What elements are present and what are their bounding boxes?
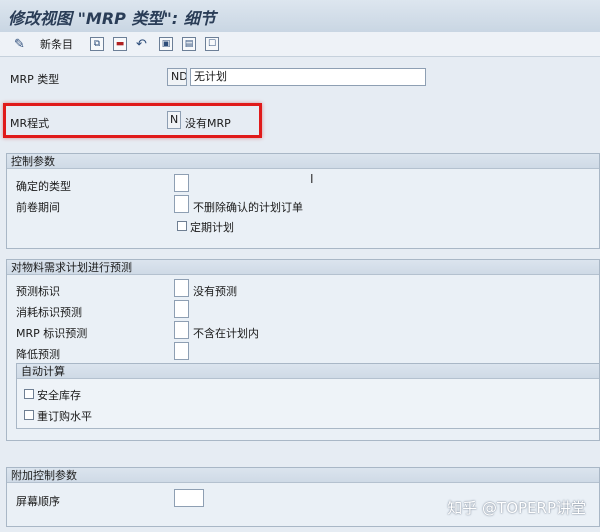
toolbar: ✎ 新条目 ⧉ ▬ ↶ ▣ ▤ ☐ [0, 32, 600, 57]
highlight-box [3, 103, 262, 138]
mrp-indicator-forecast-description: 不含在计划内 [193, 327, 259, 340]
firm-type-label: 确定的类型 [16, 180, 71, 193]
new-entries-label: 新条目 [40, 38, 73, 51]
reduce-forecast-label: 降低预测 [16, 348, 60, 361]
roll-forward-label: 前卷期间 [16, 201, 60, 214]
forecast-group-title: 对物料需求计划进行预测 [7, 260, 599, 275]
select-all-button[interactable]: ▣ [159, 36, 173, 52]
control-parameters-group: 控制参数 [6, 153, 600, 249]
screen-sequence-field[interactable] [174, 489, 204, 507]
copy-icon: ⧉ [90, 37, 104, 51]
delete-icon: ▬ [113, 37, 127, 51]
forecast-indicator-description: 没有预测 [193, 285, 237, 298]
mrp-type-label: MRP 类型 [10, 73, 60, 86]
screen-sequence-label: 屏幕顺序 [16, 495, 60, 508]
select-block-button[interactable]: ▤ [182, 36, 196, 52]
firm-type-field[interactable] [174, 174, 189, 192]
select-block-icon: ▤ [182, 37, 196, 51]
deselect-button[interactable]: ☐ [205, 36, 219, 52]
new-entries-button[interactable]: 新条目 [40, 36, 73, 52]
watermark: 知乎 @TOPERP讲堂 [447, 499, 586, 517]
undo-button[interactable]: ↶ [136, 36, 147, 52]
edit-toggle-button[interactable]: ✎ [14, 36, 25, 52]
safety-stock-checkbox[interactable] [24, 389, 34, 399]
select-all-icon: ▣ [159, 37, 173, 51]
reorder-level-checkbox[interactable] [24, 410, 34, 420]
auto-calc-group: 自动计算 [16, 363, 600, 429]
auto-calc-title: 自动计算 [17, 364, 599, 379]
forecast-indicator-field[interactable] [174, 279, 189, 297]
mrp-indicator-forecast-label: MRP 标识预测 [16, 327, 88, 340]
mrp-type-code-field[interactable]: ND [167, 68, 187, 86]
delete-button[interactable]: ▬ [113, 36, 127, 52]
title-bar: 修改视图 "MRP 类型": 细节 [0, 0, 600, 33]
reduce-forecast-field[interactable] [174, 342, 189, 360]
mrp-type-description-field[interactable]: 无计划 [190, 68, 426, 86]
deselect-icon: ☐ [205, 37, 219, 51]
undo-icon: ↶ [136, 36, 147, 52]
text-cursor-icon: I [310, 172, 314, 186]
forecast-indicator-label: 预测标识 [16, 285, 60, 298]
additional-control-title: 附加控制参数 [7, 468, 599, 483]
periodic-planning-label: 定期计划 [190, 221, 234, 234]
periodic-planning-checkbox[interactable] [177, 221, 187, 231]
pencil-icon: ✎ [14, 36, 25, 52]
control-parameters-title: 控制参数 [7, 154, 599, 169]
copy-button[interactable]: ⧉ [90, 36, 104, 52]
roll-forward-field[interactable] [174, 195, 189, 213]
reorder-level-label: 重订购水平 [37, 410, 92, 423]
roll-forward-description: 不删除确认的计划订单 [193, 201, 303, 214]
safety-stock-label: 安全库存 [37, 389, 81, 402]
window-title: 修改视图 "MRP 类型": 细节 [8, 9, 216, 28]
consumption-forecast-field[interactable] [174, 300, 189, 318]
consumption-forecast-label: 消耗标识预测 [16, 306, 82, 319]
mrp-indicator-forecast-field[interactable] [174, 321, 189, 339]
